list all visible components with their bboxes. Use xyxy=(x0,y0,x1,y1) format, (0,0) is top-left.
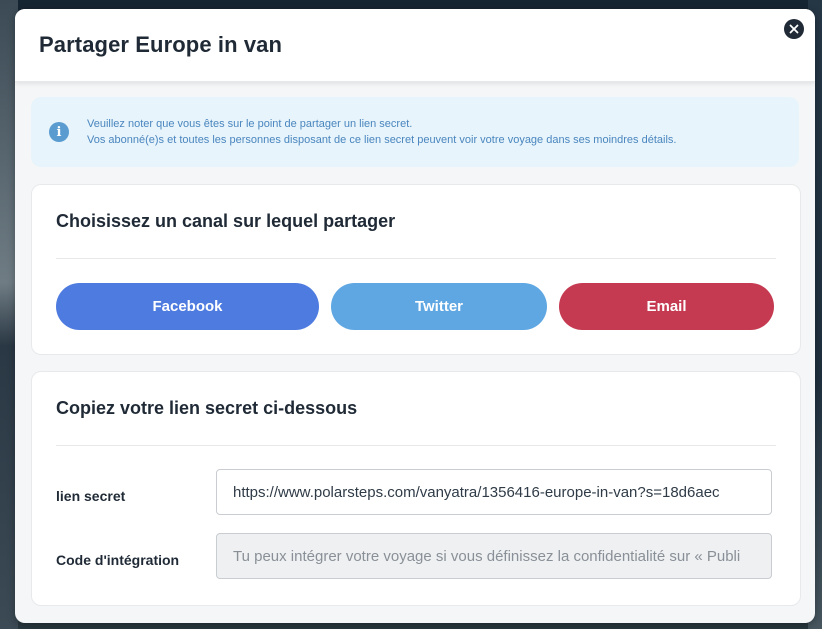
embed-code-field[interactable] xyxy=(216,533,772,579)
embed-code-label: Code d'intégration xyxy=(56,552,180,568)
info-line-2: Vos abonné(e)s et toutes les personnes d… xyxy=(87,134,677,146)
divider xyxy=(56,445,776,446)
share-channel-title: Choisissez un canal sur lequel partager xyxy=(56,211,396,231)
info-line-1: Veuillez noter que vous êtes sur le poin… xyxy=(87,118,413,130)
facebook-button[interactable]: Facebook xyxy=(56,283,319,330)
secret-link-field[interactable] xyxy=(216,469,772,515)
close-button[interactable] xyxy=(784,19,804,39)
modal-header: Partager Europe in van xyxy=(15,9,815,82)
twitter-button[interactable]: Twitter xyxy=(331,283,547,330)
share-modal: Partager Europe in van i Veuillez noter … xyxy=(15,9,815,623)
modal-title: Partager Europe in van xyxy=(39,32,283,57)
secret-link-label: lien secret xyxy=(56,488,126,504)
info-notice: i Veuillez noter que vous êtes sur le po… xyxy=(31,97,799,167)
close-icon xyxy=(789,24,799,34)
share-channel-card: Choisissez un canal sur lequel partager … xyxy=(31,184,801,355)
email-button[interactable]: Email xyxy=(559,283,774,330)
divider xyxy=(56,258,776,259)
info-text: Veuillez noter que vous êtes sur le poin… xyxy=(87,116,676,148)
secret-link-title: Copiez votre lien secret ci-dessous xyxy=(56,398,358,418)
info-icon: i xyxy=(49,122,69,142)
secret-link-card: Copiez votre lien secret ci-dessous lien… xyxy=(31,371,801,606)
